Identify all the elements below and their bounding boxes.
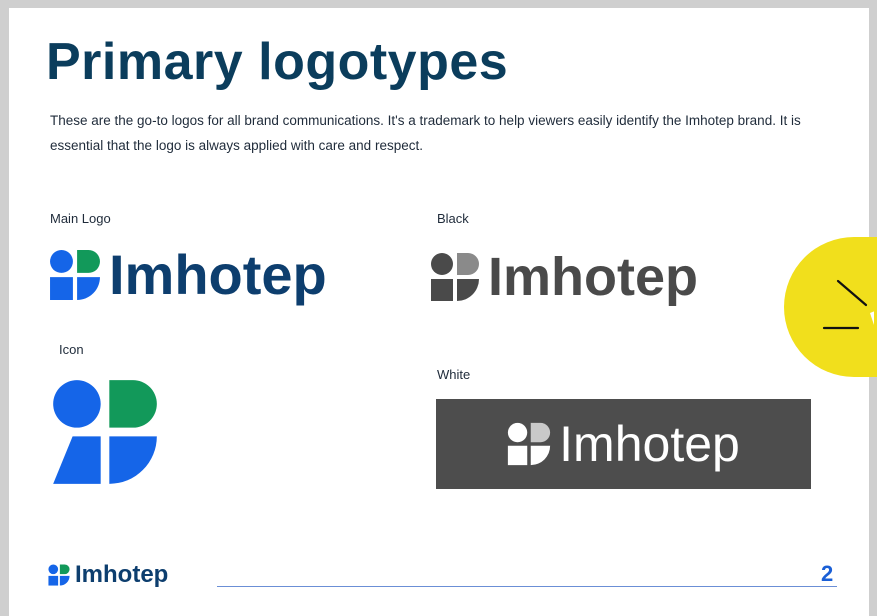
pen-nib-icon <box>822 279 874 330</box>
footer-divider <box>217 586 837 587</box>
icon-logo-label: Icon <box>59 342 84 357</box>
white-logo: Imhotep <box>436 399 811 489</box>
footer-logo-wordmark: Imhotep <box>75 561 169 588</box>
white-logo-label: White <box>437 367 471 382</box>
footer-logo: Imhotep <box>48 563 168 587</box>
brand-mark-icon <box>431 253 479 301</box>
black-logo: Imhotep <box>430 250 698 304</box>
black-logo-wordmark: Imhotep <box>488 247 698 307</box>
brand-mark-icon <box>508 422 551 466</box>
main-logo-wordmark: Imhotep <box>109 243 327 306</box>
black-logo-label: Black <box>437 211 469 226</box>
page-description: These are the go-to logos for all brand … <box>50 113 801 153</box>
white-logo-wordmark: Imhotep <box>559 416 740 472</box>
brand-mark-icon <box>48 564 70 586</box>
page-number: 2 <box>821 561 834 586</box>
main-logo-label: Main Logo <box>50 211 111 226</box>
brand-mark-icon <box>53 380 157 484</box>
page-title: Primary logotypes <box>46 33 509 91</box>
brand-guideline-page: Primary logotypes These are the go-to lo… <box>9 8 869 616</box>
brand-mark-icon <box>50 250 100 300</box>
main-logo: Imhotep <box>49 247 327 303</box>
